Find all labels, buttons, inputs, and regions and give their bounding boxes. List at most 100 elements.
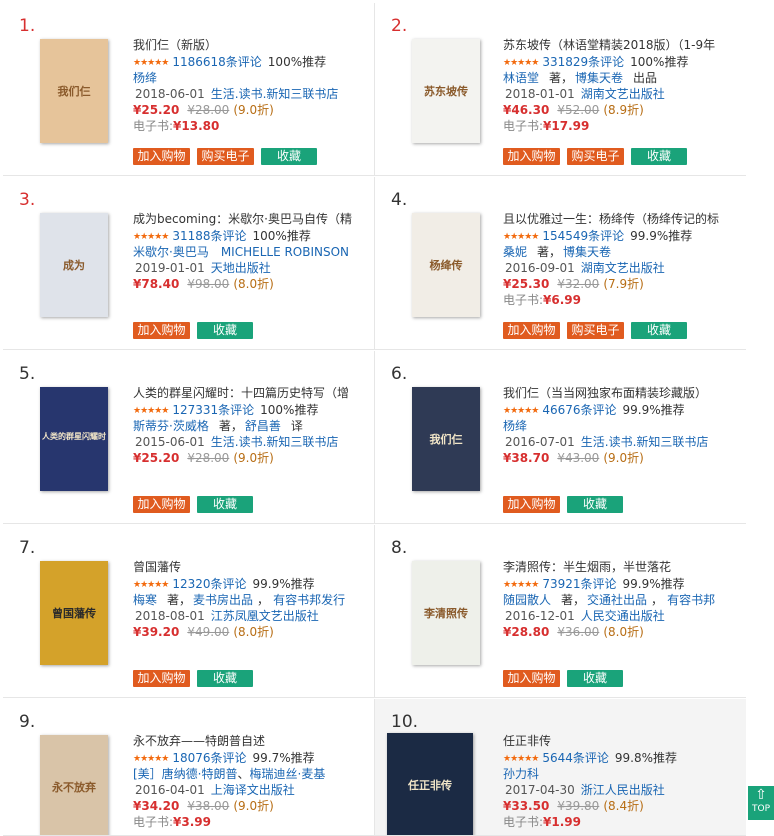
book-cover[interactable]: 永不放弃 [40,735,108,835]
author-link-2[interactable]: 交通社出品 [587,593,647,607]
author-link[interactable]: 杨绛 [503,419,527,433]
favorite-button[interactable]: 收藏 [197,670,253,687]
price-line: ¥25.20 ¥28.00 (9.0折) [133,102,369,118]
author-line: 斯蒂芬·茨威格 著， 舒昌善译 [133,418,369,434]
author-link[interactable]: 林语堂 [503,71,539,85]
cover-title: 曾国藩传 [52,607,96,620]
publisher-link[interactable]: 湖南文艺出版社 [581,261,665,275]
author-link-3[interactable]: 有容书邦 [667,593,715,607]
comment-count-link[interactable]: 331829条评论 [542,55,624,69]
author-link[interactable]: 随园散人 [503,593,551,607]
recommend-rate: 99.9%推荐 [630,229,693,243]
book-cover[interactable]: 曾国藩传 [40,561,108,665]
comment-count-link[interactable]: 154549条评论 [542,229,624,243]
publish-line: 2016-07-01 生活.读书.新知三联书店 [503,434,739,450]
favorite-button[interactable]: 收藏 [197,496,253,513]
publisher-link[interactable]: 生活.读书.新知三联书店 [581,435,709,449]
add-to-cart-button[interactable]: 加入购物 [503,670,560,687]
author-link[interactable]: 杨绛 [133,71,157,85]
publisher-link[interactable]: 浙江人民出版社 [581,783,665,797]
rating-stars: ★★★★★ [133,754,169,764]
book-title[interactable]: 且以优雅过一生：杨绛传（杨绛传记的标 [503,211,739,228]
cover-title: 李清照传 [424,607,468,620]
publisher-link[interactable]: 江苏凤凰文艺出版社 [211,609,319,623]
comment-count-link[interactable]: 31188条评论 [172,229,246,243]
book-title[interactable]: 苏东坡传（林语堂精装2018版）（1-9年 [503,37,739,54]
add-to-cart-button[interactable]: 加入购物 [503,496,560,513]
publisher-link[interactable]: 上海译文出版社 [211,783,295,797]
favorite-button[interactable]: 收藏 [631,148,687,165]
author-link-2[interactable]: 梅瑞迪丝·麦基 [250,767,326,781]
book-cover[interactable]: 我们仨 [40,39,108,143]
discount-rate: (9.0折) [233,799,274,813]
add-to-cart-button[interactable]: 加入购物 [503,322,560,339]
publisher-link[interactable]: 生活.读书.新知三联书店 [211,87,339,101]
add-to-cart-button[interactable]: 加入购物 [133,496,190,513]
book-cover[interactable]: 任正非传 [387,733,473,835]
publisher-link[interactable]: 生活.读书.新知三联书店 [211,435,339,449]
add-to-cart-button[interactable]: 加入购物 [133,670,190,687]
author-link[interactable]: 孙力科 [503,767,539,781]
book-item: 2. 苏东坡传 苏东坡传（林语堂精装2018版）（1-9年 ★★★★★ 331829条评… [375,3,746,176]
rating-line: ★★★★★ 5644条评论 99.8%推荐 [503,750,739,766]
add-to-cart-button[interactable]: 加入购物 [133,148,190,165]
favorite-button[interactable]: 收藏 [197,322,253,339]
comment-count-link[interactable]: 46676条评论 [542,403,616,417]
book-cover[interactable]: 成为 [40,213,108,317]
book-title[interactable]: 我们仨（当当网独家布面精装珍藏版） [503,385,739,402]
author-link-2[interactable]: 麦书房出品 [193,593,253,607]
author-link[interactable]: 桑妮 [503,245,527,259]
author-link-2[interactable]: 博集天卷 [575,71,623,85]
favorite-button[interactable]: 收藏 [261,148,317,165]
action-buttons: 加入购物 购买电子 收藏 [503,145,743,165]
ebook-label: 电子书: [133,119,174,133]
publisher-link[interactable]: 天地出版社 [211,261,271,275]
rank-number: 1. [19,16,36,36]
book-item: 3. 成为 成为becoming：米歇尔·奥巴马自传（精 ★★★★★ 31188条评论 1… [3,177,375,350]
author-link[interactable]: [美］唐纳德·特朗普 [133,767,238,781]
favorite-button[interactable]: 收藏 [567,670,623,687]
book-title[interactable]: 曾国藩传 [133,559,369,576]
book-cover[interactable]: 李清照传 [412,561,480,665]
book-title[interactable]: 人类的群星闪耀时：十四篇历史特写（增 [133,385,369,402]
rank-number: 5. [19,364,36,384]
original-price: ¥36.00 [557,625,600,639]
back-to-top-button[interactable]: ⇧ TOP [748,786,774,820]
comment-count-link[interactable]: 5644条评论 [542,751,609,765]
buy-ebook-button[interactable]: 购买电子 [197,148,254,165]
add-to-cart-button[interactable]: 加入购物 [503,148,560,165]
book-title[interactable]: 李清照传：半生烟雨，半世落花 [503,559,739,576]
book-item: 9. 永不放弃 永不放弃——特朗普自述 ★★★★★ 18076条评论 99.7%推荐 [美］… [3,699,375,836]
author-link[interactable]: 斯蒂芬·茨威格 [133,419,209,433]
comment-count-link[interactable]: 12320条评论 [172,577,246,591]
comment-count-link[interactable]: 18076条评论 [172,751,246,765]
book-title[interactable]: 我们仨（新版） [133,37,369,54]
add-to-cart-button[interactable]: 加入购物 [133,322,190,339]
rank-number: 7. [19,538,36,558]
author-link[interactable]: 梅寒 [133,593,157,607]
author-link-2[interactable]: 舒昌善 [245,419,281,433]
current-price: ¥38.70 [503,451,550,465]
publisher-link[interactable]: 人民交通出版社 [581,609,665,623]
publisher-link[interactable]: 湖南文艺出版社 [581,87,665,101]
book-title[interactable]: 成为becoming：米歇尔·奥巴马自传（精 [133,211,369,228]
book-title[interactable]: 任正非传 [503,733,739,750]
book-cover[interactable]: 杨绛传 [412,213,480,317]
book-item: 1. 我们仨 我们仨（新版） ★★★★★ 1186618条评论 100%推荐 杨绛 2018-… [3,3,375,176]
ebook-label: 电子书: [503,293,544,307]
book-cover[interactable]: 苏东坡传 [412,39,480,143]
original-price: ¥43.00 [557,451,600,465]
comment-count-link[interactable]: 1186618条评论 [172,55,261,69]
buy-ebook-button[interactable]: 购买电子 [567,148,624,165]
buy-ebook-button[interactable]: 购买电子 [567,322,624,339]
book-cover[interactable]: 我们仨 [412,387,480,491]
comment-count-link[interactable]: 73921条评论 [542,577,616,591]
book-cover[interactable]: 人类的群星闪耀时 [40,387,108,491]
favorite-button[interactable]: 收藏 [567,496,623,513]
author-link-3[interactable]: 有容书邦发行 [273,593,345,607]
favorite-button[interactable]: 收藏 [631,322,687,339]
comment-count-link[interactable]: 127331条评论 [172,403,254,417]
book-title[interactable]: 永不放弃——特朗普自述 [133,733,369,750]
author-link-2[interactable]: 博集天卷 [563,245,611,259]
author-link[interactable]: 米歇尔·奥巴马 MICHELLE ROBINSON [133,245,349,259]
